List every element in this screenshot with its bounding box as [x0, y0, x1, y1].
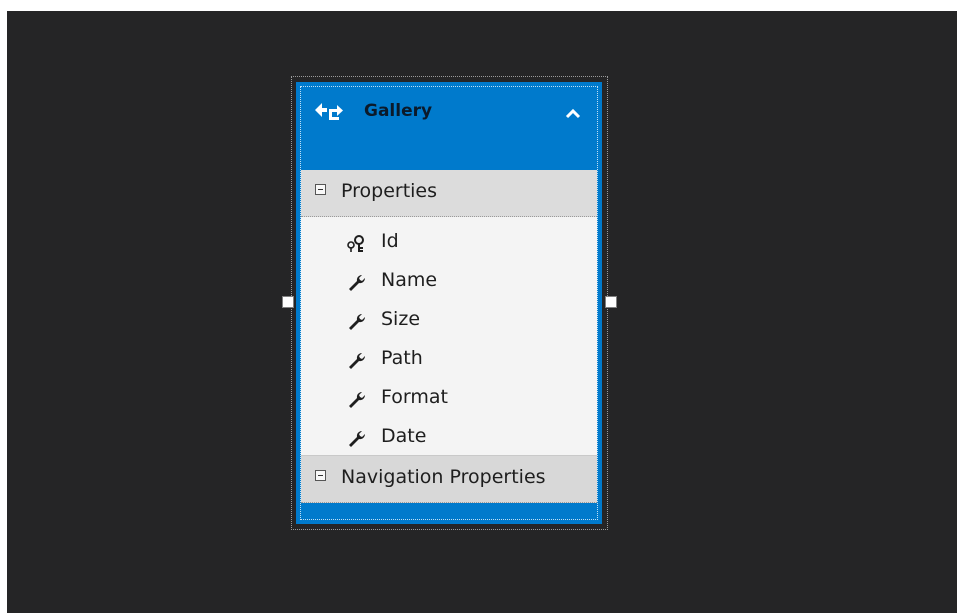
wrench-icon [349, 313, 366, 330]
properties-section-label: Properties [341, 180, 438, 202]
wrench-icon [349, 274, 366, 291]
property-path[interactable]: Path [347, 342, 567, 378]
wrench-icon [349, 352, 366, 369]
collapse-properties-icon[interactable] [315, 184, 326, 195]
entity-inner-border: Gallery Properties Id Name Size Path For… [300, 86, 598, 520]
entity-header[interactable]: Gallery [301, 87, 597, 165]
property-name[interactable]: Name [347, 264, 567, 300]
resize-handle-left[interactable] [282, 296, 294, 308]
property-format[interactable]: Format [347, 381, 567, 417]
property-label: Size [381, 308, 421, 330]
property-id[interactable]: Id [347, 225, 567, 261]
properties-list: Id Name Size Path Format Date [301, 217, 597, 455]
wrench-icon [349, 430, 366, 447]
property-label: Format [381, 386, 448, 408]
property-label: Path [381, 347, 423, 369]
property-size[interactable]: Size [347, 303, 567, 339]
wrench-icon [349, 391, 366, 408]
property-label: Date [381, 425, 427, 447]
property-label: Name [381, 269, 438, 291]
entity-shape-gallery[interactable]: Gallery Properties Id Name Size Path For… [296, 82, 602, 524]
entity-title: Gallery [364, 101, 433, 121]
navigation-section-header[interactable]: Navigation Properties [301, 455, 597, 503]
property-label: Id [381, 230, 399, 252]
property-date[interactable]: Date [347, 420, 567, 456]
collapse-navigation-icon[interactable] [315, 470, 326, 481]
key-icon [347, 235, 364, 252]
navigation-section-label: Navigation Properties [341, 466, 546, 488]
entity-type-icon [315, 103, 343, 120]
properties-section-header[interactable]: Properties [301, 170, 597, 217]
chevron-up-icon[interactable] [565, 107, 581, 119]
resize-handle-right[interactable] [605, 296, 617, 308]
